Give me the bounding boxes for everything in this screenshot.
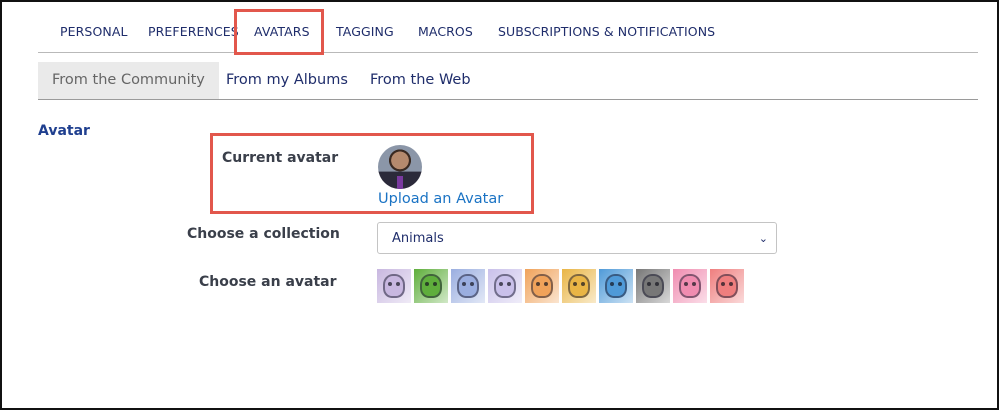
hippo-avatar[interactable] xyxy=(599,269,633,303)
avatars-tab-highlight xyxy=(234,9,324,55)
collection-select-value: Animals xyxy=(392,231,444,246)
frog-avatar[interactable] xyxy=(414,269,448,303)
chevron-down-icon: ⌄ xyxy=(758,232,768,245)
sub-tabs: From the Community From my Albums From t… xyxy=(38,62,978,100)
avatar-options xyxy=(377,269,747,303)
section-title: Avatar xyxy=(38,123,90,139)
nav-macros[interactable]: MACROS xyxy=(418,11,473,52)
top-nav: PERSONAL PREFERENCES AVATARS TAGGING MAC… xyxy=(38,11,978,53)
collection-select[interactable]: Animals ⌄ xyxy=(377,222,777,254)
pig-avatar[interactable] xyxy=(673,269,707,303)
elephant-avatar[interactable] xyxy=(488,269,522,303)
rabbit-avatar[interactable] xyxy=(710,269,744,303)
choose-avatar-label: Choose an avatar xyxy=(199,274,337,290)
gorilla-avatar[interactable] xyxy=(636,269,670,303)
settings-panel: PERSONAL PREFERENCES AVATARS TAGGING MAC… xyxy=(0,0,999,410)
nav-preferences[interactable]: PREFERENCES xyxy=(148,11,239,52)
giraffe-avatar[interactable] xyxy=(562,269,596,303)
current-avatar-highlight xyxy=(210,133,534,214)
nav-tagging[interactable]: TAGGING xyxy=(336,11,394,52)
bulldog-avatar[interactable] xyxy=(451,269,485,303)
tab-from-the-web[interactable]: From the Web xyxy=(370,62,471,99)
tab-from-my-albums[interactable]: From my Albums xyxy=(226,62,348,99)
tab-from-the-community[interactable]: From the Community xyxy=(38,62,219,99)
nav-subscriptions-notifications[interactable]: SUBSCRIPTIONS & NOTIFICATIONS xyxy=(498,11,715,52)
collection-label: Choose a collection xyxy=(187,226,340,242)
dog-avatar[interactable] xyxy=(377,269,411,303)
nav-personal[interactable]: PERSONAL xyxy=(60,11,128,52)
tiger-avatar[interactable] xyxy=(525,269,559,303)
